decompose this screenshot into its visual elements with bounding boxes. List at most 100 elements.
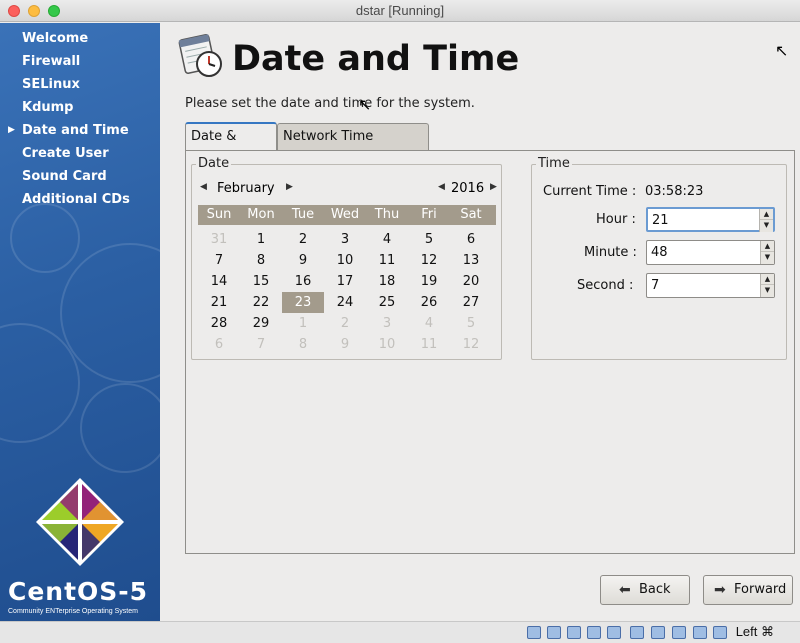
calendar-day[interactable]: 4 — [366, 229, 408, 250]
calendar-day[interactable]: 11 — [408, 334, 450, 355]
minute-increment-icon[interactable]: ▲ — [761, 241, 774, 252]
calendar-day[interactable]: 12 — [450, 334, 492, 355]
calendar-weekday-row: Sun Mon Tue Wed Thu Fri Sat — [198, 205, 496, 225]
calendar-week-row: 21 22 23 24 25 26 27 — [198, 292, 496, 313]
calendar-day[interactable]: 6 — [450, 229, 492, 250]
calendar-day[interactable]: 31 — [198, 229, 240, 250]
shared-folder-icon[interactable] — [607, 626, 621, 639]
calendar-day[interactable]: 20 — [450, 271, 492, 292]
back-arrow-icon: ⬅ — [619, 582, 631, 598]
second-decrement-icon[interactable]: ▼ — [761, 285, 774, 296]
minute-value: 48 — [651, 245, 668, 260]
calendar-day[interactable]: 2 — [282, 229, 324, 250]
calendar-day[interactable]: 15 — [240, 271, 282, 292]
minute-label: Minute : — [584, 245, 637, 260]
close-window-button[interactable] — [8, 5, 20, 17]
date-time-calendar-icon — [178, 34, 222, 77]
display-icon[interactable] — [630, 626, 644, 639]
hour-label: Hour : — [596, 212, 636, 227]
centos-logo: CentOS-5 Community ENTerprise Operating … — [8, 477, 156, 615]
sidebar-item-additional-cds[interactable]: Additional CDs — [0, 190, 160, 213]
next-month-arrow-icon[interactable]: ▶ — [286, 182, 293, 192]
hour-decrement-icon[interactable]: ▼ — [760, 220, 773, 231]
calendar-day[interactable]: 1 — [282, 313, 324, 334]
video-capture-icon[interactable] — [651, 626, 665, 639]
mouse-integration-icon[interactable] — [693, 626, 707, 639]
weekday-header: Tue — [291, 207, 315, 222]
prev-month-arrow-icon[interactable]: ◀ — [200, 182, 207, 192]
calendar-week-row: 28 29 1 2 3 4 5 — [198, 313, 496, 334]
decorative-swirl — [80, 383, 160, 473]
page-title: Date and Time — [232, 39, 520, 79]
centos-wordmark: CentOS-5 — [8, 577, 149, 606]
second-increment-icon[interactable]: ▲ — [761, 274, 774, 285]
calendar-day[interactable]: 11 — [366, 250, 408, 271]
optical-drive-icon[interactable] — [527, 626, 541, 639]
network-icon[interactable] — [567, 626, 581, 639]
second-spinbutton[interactable]: 7 ▲ ▼ — [646, 273, 775, 298]
calendar-day[interactable]: 5 — [450, 313, 492, 334]
hour-increment-icon[interactable]: ▲ — [760, 209, 773, 220]
sidebar-item-sound-card[interactable]: Sound Card — [0, 167, 160, 190]
minute-decrement-icon[interactable]: ▼ — [761, 252, 774, 263]
back-button[interactable]: ⬅ Back — [600, 575, 690, 605]
calendar-day[interactable]: 5 — [408, 229, 450, 250]
calendar-day[interactable]: 19 — [408, 271, 450, 292]
calendar-day[interactable]: 28 — [198, 313, 240, 334]
current-step-arrow-icon: ▶ — [8, 125, 15, 135]
minute-spin-buttons: ▲ ▼ — [760, 241, 774, 264]
calendar-day[interactable]: 22 — [240, 292, 282, 313]
prev-year-arrow-icon[interactable]: ◀ — [438, 182, 445, 192]
sidebar-item-welcome[interactable]: Welcome — [0, 29, 160, 52]
forward-button[interactable]: ➡ Forward — [703, 575, 793, 605]
calendar-day[interactable]: 25 — [366, 292, 408, 313]
calendar-day[interactable]: 9 — [282, 250, 324, 271]
calendar-day[interactable]: 29 — [240, 313, 282, 334]
sidebar-item-create-user[interactable]: Create User — [0, 144, 160, 167]
calendar-day[interactable]: 7 — [240, 334, 282, 355]
calendar-day[interactable]: 21 — [198, 292, 240, 313]
calendar-day[interactable]: 26 — [408, 292, 450, 313]
keyboard-capture-icon[interactable] — [713, 626, 727, 639]
sidebar-item-selinux[interactable]: SELinux — [0, 75, 160, 98]
calendar-day[interactable]: 12 — [408, 250, 450, 271]
calendar-day-selected[interactable]: 23 — [282, 292, 324, 313]
sidebar-item-kdump[interactable]: Kdump — [0, 98, 160, 121]
sidebar-item-date-and-time[interactable]: ▶ Date and Time — [0, 121, 160, 144]
calendar-day[interactable]: 4 — [408, 313, 450, 334]
decorative-swirl — [10, 203, 80, 273]
audio-icon[interactable] — [547, 626, 561, 639]
usb-icon[interactable] — [587, 626, 601, 639]
minute-spinbutton[interactable]: 48 ▲ ▼ — [646, 240, 775, 265]
minimize-window-button[interactable] — [28, 5, 40, 17]
calendar-day[interactable]: 1 — [240, 229, 282, 250]
calendar-week-row: 31 1 2 3 4 5 6 — [198, 229, 496, 250]
tab-network-time-protocol[interactable]: Network Time Protocol — [277, 123, 429, 170]
calendar-day[interactable]: 10 — [324, 250, 366, 271]
calendar-day[interactable]: 24 — [324, 292, 366, 313]
hour-spinbutton[interactable]: 21 ▲ ▼ — [646, 207, 775, 232]
calendar-day[interactable]: 8 — [282, 334, 324, 355]
cpu-icon[interactable] — [672, 626, 686, 639]
calendar-day[interactable]: 3 — [324, 229, 366, 250]
calendar-day[interactable]: 17 — [324, 271, 366, 292]
calendar-day[interactable]: 7 — [198, 250, 240, 271]
calendar-day[interactable]: 8 — [240, 250, 282, 271]
calendar-day[interactable]: 14 — [198, 271, 240, 292]
calendar-day[interactable]: 16 — [282, 271, 324, 292]
calendar-day[interactable]: 2 — [324, 313, 366, 334]
calendar-day[interactable]: 6 — [198, 334, 240, 355]
calendar-day[interactable]: 3 — [366, 313, 408, 334]
calendar-day[interactable]: 27 — [450, 292, 492, 313]
calendar-day[interactable]: 10 — [366, 334, 408, 355]
maximize-window-button[interactable] — [48, 5, 60, 17]
forward-arrow-icon: ➡ — [714, 582, 726, 598]
next-year-arrow-icon[interactable]: ▶ — [490, 182, 497, 192]
calendar-day[interactable]: 9 — [324, 334, 366, 355]
calendar-week-row: 6 7 8 9 10 11 12 — [198, 334, 496, 355]
calendar-day[interactable]: 18 — [366, 271, 408, 292]
calendar-day[interactable]: 13 — [450, 250, 492, 271]
tab-date-and-time[interactable]: Date & Time — [185, 122, 277, 170]
sidebar-item-firewall[interactable]: Firewall — [0, 52, 160, 75]
window-title: dstar [Running] — [355, 3, 445, 18]
